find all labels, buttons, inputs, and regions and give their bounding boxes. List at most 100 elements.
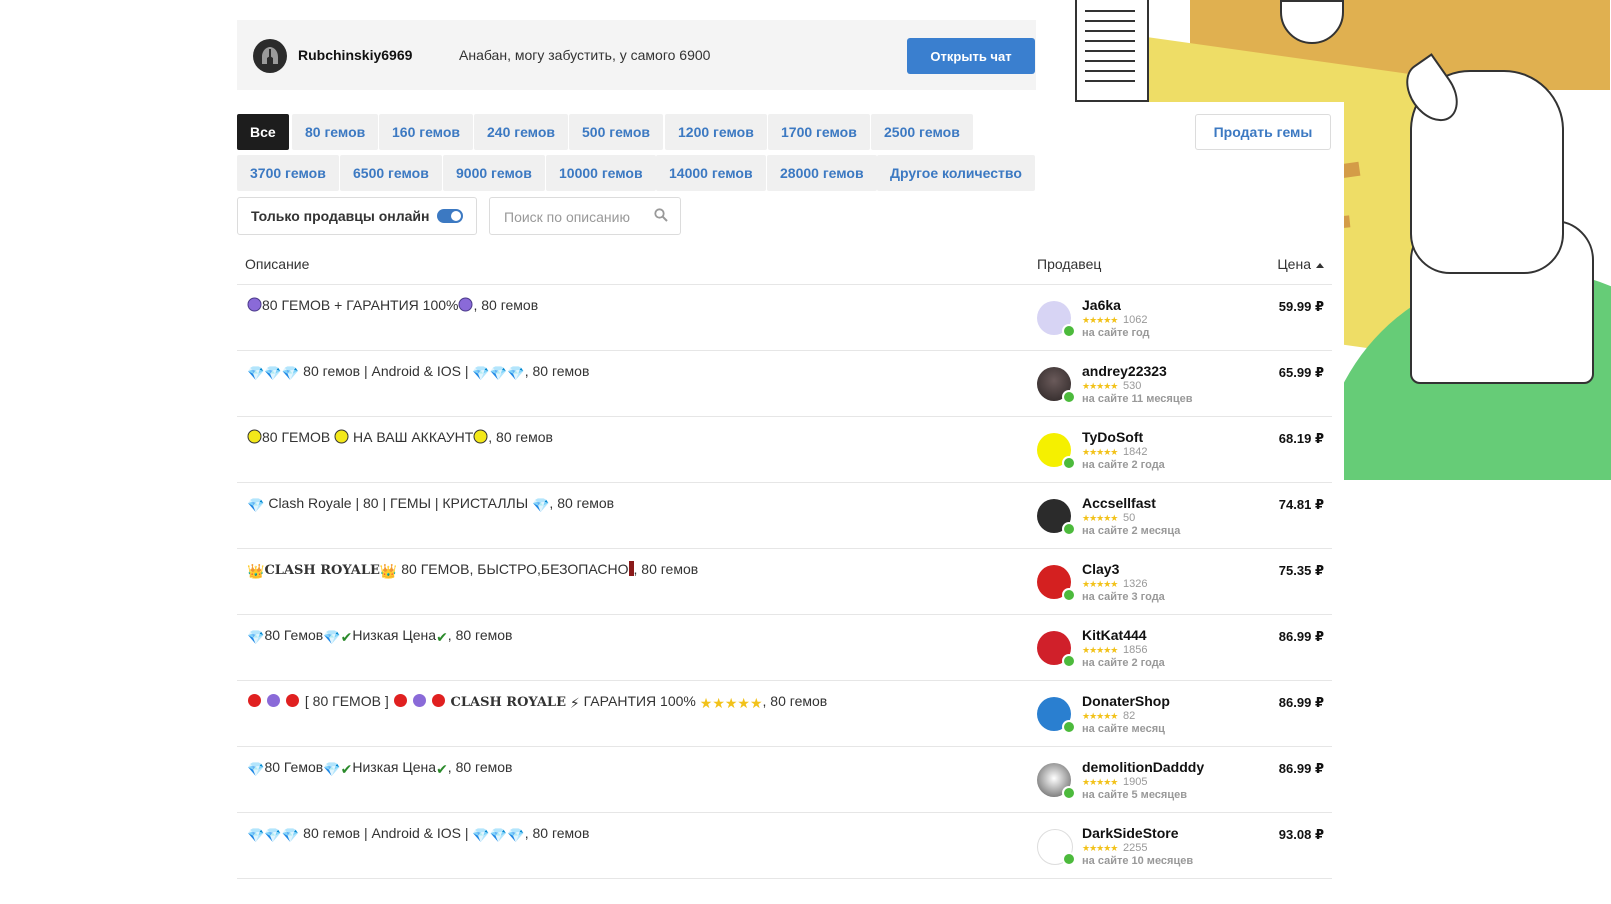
crown-icon: 👑: [247, 563, 265, 579]
helmet-icon: [262, 47, 278, 64]
open-chat-button[interactable]: Открыть чат: [907, 38, 1035, 74]
gem-purple-icon: [247, 297, 262, 315]
seller-name[interactable]: KitKat444: [1082, 627, 1147, 643]
chip-240[interactable]: 240 гемов: [474, 114, 569, 150]
sell-gems-button[interactable]: Продать гемы: [1195, 114, 1331, 150]
chip-14000[interactable]: 14000 гемов: [656, 155, 766, 191]
offer-description: 💎💎💎 80 гемов | Android & IOS | 💎💎💎, 80 г…: [247, 363, 590, 381]
colored-circles-icon: [247, 693, 301, 711]
seller-name[interactable]: demolitionDadddy: [1082, 759, 1204, 775]
diamond-icon: 💎: [247, 629, 265, 645]
seller-name[interactable]: Ja6ka: [1082, 297, 1121, 313]
chip-other-amount[interactable]: Другое количество: [877, 155, 1035, 191]
chip-1200[interactable]: 1200 гемов: [665, 114, 767, 150]
online-only-label: Только продавцы онлайн: [251, 208, 430, 224]
review-count: 530: [1123, 380, 1142, 392]
offer-description: 👑CLASH ROYALE👑 80 ГЕМОВ, БЫСТРО,БЕЗОПАСН…: [247, 561, 699, 579]
chat-message: Анабан, могу забустить, у самого 6900: [459, 47, 711, 63]
lightning-icon: ⚡: [569, 695, 580, 711]
yellow-circle-icon: [247, 429, 262, 447]
seller-since: на сайте 2 года: [1082, 657, 1165, 669]
offers-list: 80 ГЕМОВ + ГАРАНТИЯ 100%, 80 гемов Ja6ka…: [237, 285, 1332, 879]
table-row[interactable]: 80 ГЕМОВ + ГАРАНТИЯ 100%, 80 гемов Ja6ka…: [237, 285, 1332, 351]
seller-since: на сайте месяц: [1082, 723, 1165, 735]
diamond-icon: 💎: [247, 497, 265, 513]
table-header: Описание Продавец Цена: [237, 252, 1332, 285]
online-only-toggle[interactable]: [437, 209, 463, 223]
diamond-icon: 💎💎💎: [247, 827, 300, 843]
seller-name[interactable]: Clay3: [1082, 561, 1119, 577]
avatar[interactable]: [253, 39, 287, 73]
online-indicator: [1062, 456, 1076, 470]
colored-circles-icon: [393, 693, 447, 711]
header-description: Описание: [245, 256, 310, 272]
diamond-icon: 💎💎💎: [472, 827, 525, 843]
diamond-icon: 💎: [531, 497, 550, 513]
chip-160[interactable]: 160 гемов: [379, 114, 474, 150]
table-row[interactable]: [ 80 ГЕМОВ ] CLASH ROYALE ⚡ ГАРАНТИЯ 100…: [237, 681, 1332, 747]
rating-stars-icon: ★★★★★: [1082, 315, 1118, 325]
chip-2500[interactable]: 2500 гемов: [871, 114, 973, 150]
table-row[interactable]: 💎 Clash Royale | 80 | ГЕМЫ | КРИСТАЛЛЫ 💎…: [237, 483, 1332, 549]
yellow-circle-icon: [334, 429, 349, 447]
offer-description: 💎80 Гемов💎✔Низкая Цена✔, 80 гемов: [247, 759, 513, 777]
seller-name[interactable]: DonaterShop: [1082, 693, 1170, 709]
crown-icon: 👑: [379, 563, 398, 579]
check-icon: ✔: [436, 629, 448, 645]
table-row[interactable]: 👑CLASH ROYALE👑 80 ГЕМОВ, БЫСТРО,БЕЗОПАСН…: [237, 549, 1332, 615]
online-indicator: [1062, 852, 1076, 866]
review-count: 1842: [1123, 446, 1148, 458]
diamond-icon: 💎: [323, 629, 341, 645]
offer-price: 68.19 ₽: [1278, 431, 1324, 446]
chip-10000[interactable]: 10000 гемов: [546, 155, 656, 191]
check-icon: ✔: [340, 629, 353, 645]
seller-name[interactable]: Accsellfast: [1082, 495, 1156, 511]
table-row[interactable]: 💎💎💎 80 гемов | Android & IOS | 💎💎💎, 80 г…: [237, 813, 1332, 879]
diamond-icon: 💎: [247, 761, 265, 777]
online-indicator: [1062, 654, 1076, 668]
chip-9000[interactable]: 9000 гемов: [443, 155, 545, 191]
chip-28000[interactable]: 28000 гемов: [767, 155, 877, 191]
chat-username[interactable]: Rubchinskiy6969: [298, 47, 412, 63]
diamond-icon: 💎: [323, 761, 341, 777]
diamond-icon: 💎💎💎: [472, 365, 525, 381]
online-indicator: [1062, 588, 1076, 602]
rating-stars-icon: ★★★★★: [1082, 711, 1118, 721]
chip-6500[interactable]: 6500 гемов: [340, 155, 442, 191]
offer-description: 💎💎💎 80 гемов | Android & IOS | 💎💎💎, 80 г…: [247, 825, 590, 843]
review-count: 1856: [1123, 644, 1148, 656]
table-row[interactable]: 💎80 Гемов💎✔Низкая Цена✔, 80 гемов KitKat…: [237, 615, 1332, 681]
rating-stars-icon: ★★★★★: [1082, 381, 1118, 391]
seller-name[interactable]: TyDoSoft: [1082, 429, 1143, 445]
offer-price: 86.99 ₽: [1278, 695, 1324, 710]
seller-name[interactable]: andrey22323: [1082, 363, 1167, 379]
review-count: 50: [1123, 512, 1136, 524]
search-icon[interactable]: [654, 208, 668, 222]
chip-1700[interactable]: 1700 гемов: [768, 114, 870, 150]
yellow-circle-icon: [473, 429, 488, 447]
offer-description: 80 ГЕМОВ НА ВАШ АККАУНТ, 80 гемов: [247, 429, 553, 447]
sort-up-icon: [1316, 262, 1324, 268]
offer-price: 86.99 ₽: [1278, 629, 1324, 644]
search-input[interactable]: [502, 206, 646, 228]
seller-name[interactable]: DarkSideStore: [1082, 825, 1178, 841]
header-price-sort[interactable]: Цена: [1277, 256, 1324, 272]
offer-description: [ 80 ГЕМОВ ] CLASH ROYALE ⚡ ГАРАНТИЯ 100…: [247, 693, 827, 712]
chip-3700[interactable]: 3700 гемов: [237, 155, 339, 191]
chip-80[interactable]: 80 гемов: [292, 114, 379, 150]
chip-500[interactable]: 500 гемов: [569, 114, 664, 150]
review-count: 2255: [1123, 842, 1148, 854]
table-row[interactable]: 💎💎💎 80 гемов | Android & IOS | 💎💎💎, 80 г…: [237, 351, 1332, 417]
star-icon: ★★★★★: [699, 695, 763, 711]
offer-price: 93.08 ₽: [1278, 827, 1324, 842]
offer-price: 75.35 ₽: [1278, 563, 1324, 578]
header-seller: Продавец: [1037, 256, 1102, 272]
review-count: 1326: [1123, 578, 1148, 590]
offers-panel: Все 80 гемов 160 гемов 240 гемов 500 гем…: [237, 102, 1344, 904]
table-row[interactable]: 💎80 Гемов💎✔Низкая Цена✔, 80 гемов demoli…: [237, 747, 1332, 813]
review-count: 1062: [1123, 314, 1148, 326]
seller-since: на сайте 11 месяцев: [1082, 393, 1193, 405]
online-only-filter[interactable]: Только продавцы онлайн: [237, 197, 477, 235]
table-row[interactable]: 80 ГЕМОВ НА ВАШ АККАУНТ, 80 гемов TyDoSo…: [237, 417, 1332, 483]
chip-all[interactable]: Все: [237, 114, 289, 150]
